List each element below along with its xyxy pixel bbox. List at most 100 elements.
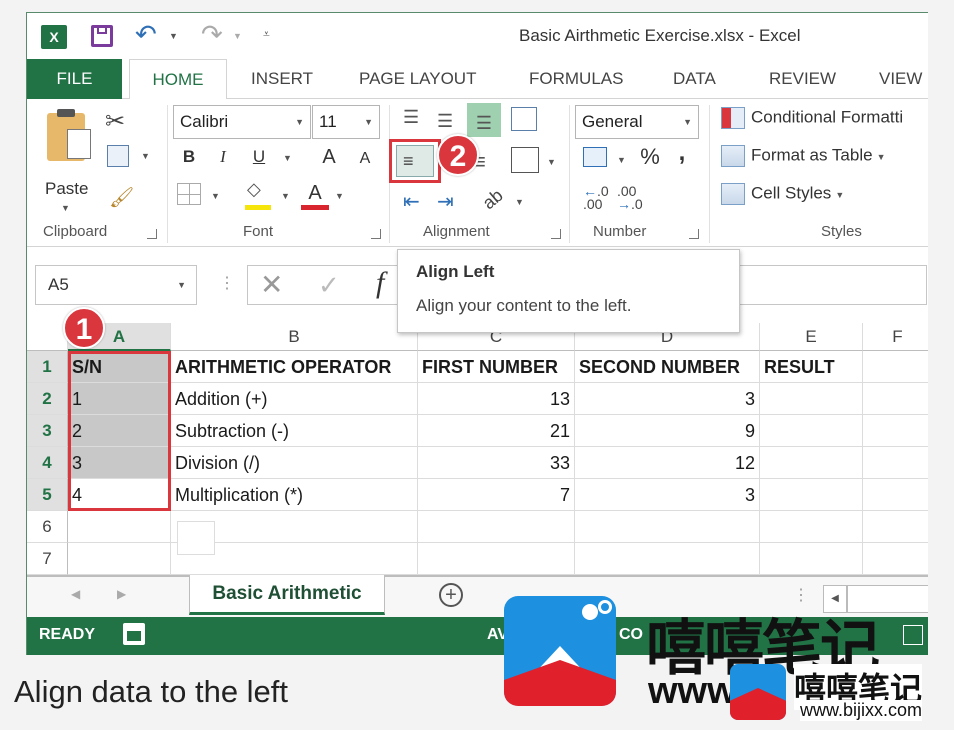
name-box[interactable]: A5 ▼ <box>35 265 197 305</box>
alignment-launcher-icon[interactable] <box>551 229 561 239</box>
save-icon[interactable] <box>91 25 113 47</box>
add-sheet-button[interactable]: + <box>439 583 463 607</box>
undo-icon[interactable]: ↶ <box>135 19 157 50</box>
increase-decimal-icon[interactable]: ←.0.00 <box>583 184 609 211</box>
quick-analysis-icon[interactable] <box>177 521 215 555</box>
table-cell[interactable]: 3 <box>575 383 760 415</box>
underline-button[interactable]: U <box>247 143 271 171</box>
font-color-button[interactable]: A <box>303 179 327 207</box>
decrease-decimal-icon[interactable]: .00 →.0 <box>617 184 643 211</box>
scroll-sheets-right-icon[interactable]: ▶ <box>117 587 126 601</box>
table-cell[interactable] <box>68 511 171 543</box>
tab-insert[interactable]: INSERT <box>251 59 313 99</box>
row-header[interactable]: 5 <box>27 479 68 511</box>
tab-file[interactable]: FILE <box>27 59 122 99</box>
table-cell[interactable] <box>863 479 928 511</box>
header-cell[interactable] <box>863 351 928 383</box>
orientation-dropdown-icon[interactable]: ▼ <box>515 197 524 207</box>
redo-dropdown-icon[interactable]: ▼ <box>233 31 242 41</box>
merge-dropdown-icon[interactable]: ▼ <box>547 157 556 167</box>
table-cell[interactable] <box>760 383 863 415</box>
table-cell[interactable] <box>68 543 171 575</box>
scroll-sheets-left-icon[interactable]: ◀ <box>71 587 80 601</box>
table-cell[interactable] <box>418 543 575 575</box>
paste-dropdown-icon[interactable]: ▼ <box>61 203 70 213</box>
undo-dropdown-icon[interactable]: ▼ <box>169 31 178 41</box>
table-cell[interactable] <box>760 447 863 479</box>
top-align-icon[interactable]: ☰ <box>403 107 419 128</box>
cell-styles-button[interactable]: Cell Styles ▼ <box>721 183 844 205</box>
header-cell[interactable]: RESULT <box>760 351 863 383</box>
table-cell[interactable] <box>760 479 863 511</box>
copy-icon[interactable] <box>107 145 129 167</box>
format-as-table-button[interactable]: Format as Table ▼ <box>721 145 886 167</box>
table-cell[interactable] <box>863 415 928 447</box>
customize-toolbar-icon[interactable]: ⩡ <box>263 27 270 42</box>
enter-icon[interactable]: ✓ <box>318 270 340 301</box>
redo-icon[interactable]: ↷ <box>201 19 223 50</box>
comma-style-button[interactable]: , <box>675 139 689 167</box>
normal-view-icon[interactable] <box>903 625 923 645</box>
row-header[interactable]: 2 <box>27 383 68 415</box>
tab-data[interactable]: DATA <box>673 59 716 99</box>
macro-recording-icon[interactable] <box>123 623 145 645</box>
align-left-button[interactable]: ≡ <box>396 145 434 177</box>
row-header[interactable]: 7 <box>27 543 68 575</box>
header-cell[interactable]: FIRST NUMBER <box>418 351 575 383</box>
text-orientation-icon[interactable]: ab <box>479 185 508 214</box>
borders-icon[interactable] <box>177 183 201 205</box>
font-size-combo[interactable]: 11 ▼ <box>312 105 380 139</box>
bold-button[interactable]: B <box>177 143 201 171</box>
decrease-indent-icon[interactable]: ⇤ <box>403 189 420 214</box>
paste-icon[interactable] <box>47 109 91 161</box>
italic-button[interactable]: I <box>211 143 235 171</box>
row-header[interactable]: 6 <box>27 511 68 543</box>
table-cell[interactable] <box>760 415 863 447</box>
column-header-f[interactable]: F <box>863 323 928 351</box>
cancel-icon[interactable]: ✕ <box>260 268 283 301</box>
font-launcher-icon[interactable] <box>371 229 381 239</box>
formula-bar-grip-icon[interactable]: ⋮ <box>219 273 235 293</box>
table-cell[interactable] <box>863 543 928 575</box>
borders-dropdown-icon[interactable]: ▼ <box>211 191 220 201</box>
table-cell[interactable]: 33 <box>418 447 575 479</box>
row-header[interactable]: 1 <box>27 351 68 383</box>
table-cell[interactable] <box>863 383 928 415</box>
tab-page-layout[interactable]: PAGE LAYOUT <box>359 59 476 99</box>
row-header[interactable]: 3 <box>27 415 68 447</box>
table-cell[interactable] <box>575 511 760 543</box>
table-cell[interactable]: Multiplication (*) <box>171 479 418 511</box>
paste-button[interactable]: Paste <box>45 179 88 199</box>
format-painter-icon[interactable]: 🖌 <box>109 185 134 210</box>
table-cell[interactable]: 13 <box>418 383 575 415</box>
copy-dropdown-icon[interactable]: ▼ <box>141 151 150 161</box>
table-cell[interactable] <box>760 511 863 543</box>
header-cell[interactable]: SECOND NUMBER <box>575 351 760 383</box>
underline-dropdown-icon[interactable]: ▼ <box>283 153 292 163</box>
cut-icon[interactable]: ✂ <box>105 107 125 136</box>
fill-color-dropdown-icon[interactable]: ▼ <box>281 191 290 201</box>
table-cell[interactable] <box>863 447 928 479</box>
number-format-combo[interactable]: General ▼ <box>575 105 699 139</box>
accounting-format-icon[interactable] <box>583 147 607 167</box>
tab-home[interactable]: HOME <box>129 59 227 100</box>
percent-style-button[interactable]: % <box>637 143 663 171</box>
header-cell[interactable]: ARITHMETIC OPERATOR <box>171 351 418 383</box>
table-cell[interactable] <box>863 511 928 543</box>
tab-view[interactable]: VIEW <box>879 59 922 99</box>
number-launcher-icon[interactable] <box>689 229 699 239</box>
table-cell[interactable]: 21 <box>418 415 575 447</box>
table-cell[interactable] <box>418 511 575 543</box>
tab-formulas[interactable]: FORMULAS <box>529 59 623 99</box>
middle-align-icon[interactable]: ☰ <box>437 111 453 132</box>
table-cell[interactable] <box>575 543 760 575</box>
conditional-formatting-button[interactable]: Conditional Formatti <box>721 107 903 129</box>
orientation-icon[interactable] <box>511 107 537 131</box>
bottom-align-icon[interactable]: ☰ <box>467 103 501 137</box>
sheet-tab-basic-arithmetic[interactable]: Basic Arithmetic <box>189 575 385 615</box>
column-header-e[interactable]: E <box>760 323 863 351</box>
row-header[interactable]: 4 <box>27 447 68 479</box>
table-cell[interactable] <box>760 543 863 575</box>
fill-color-icon[interactable]: ◇ <box>247 179 261 200</box>
font-color-dropdown-icon[interactable]: ▼ <box>335 191 344 201</box>
